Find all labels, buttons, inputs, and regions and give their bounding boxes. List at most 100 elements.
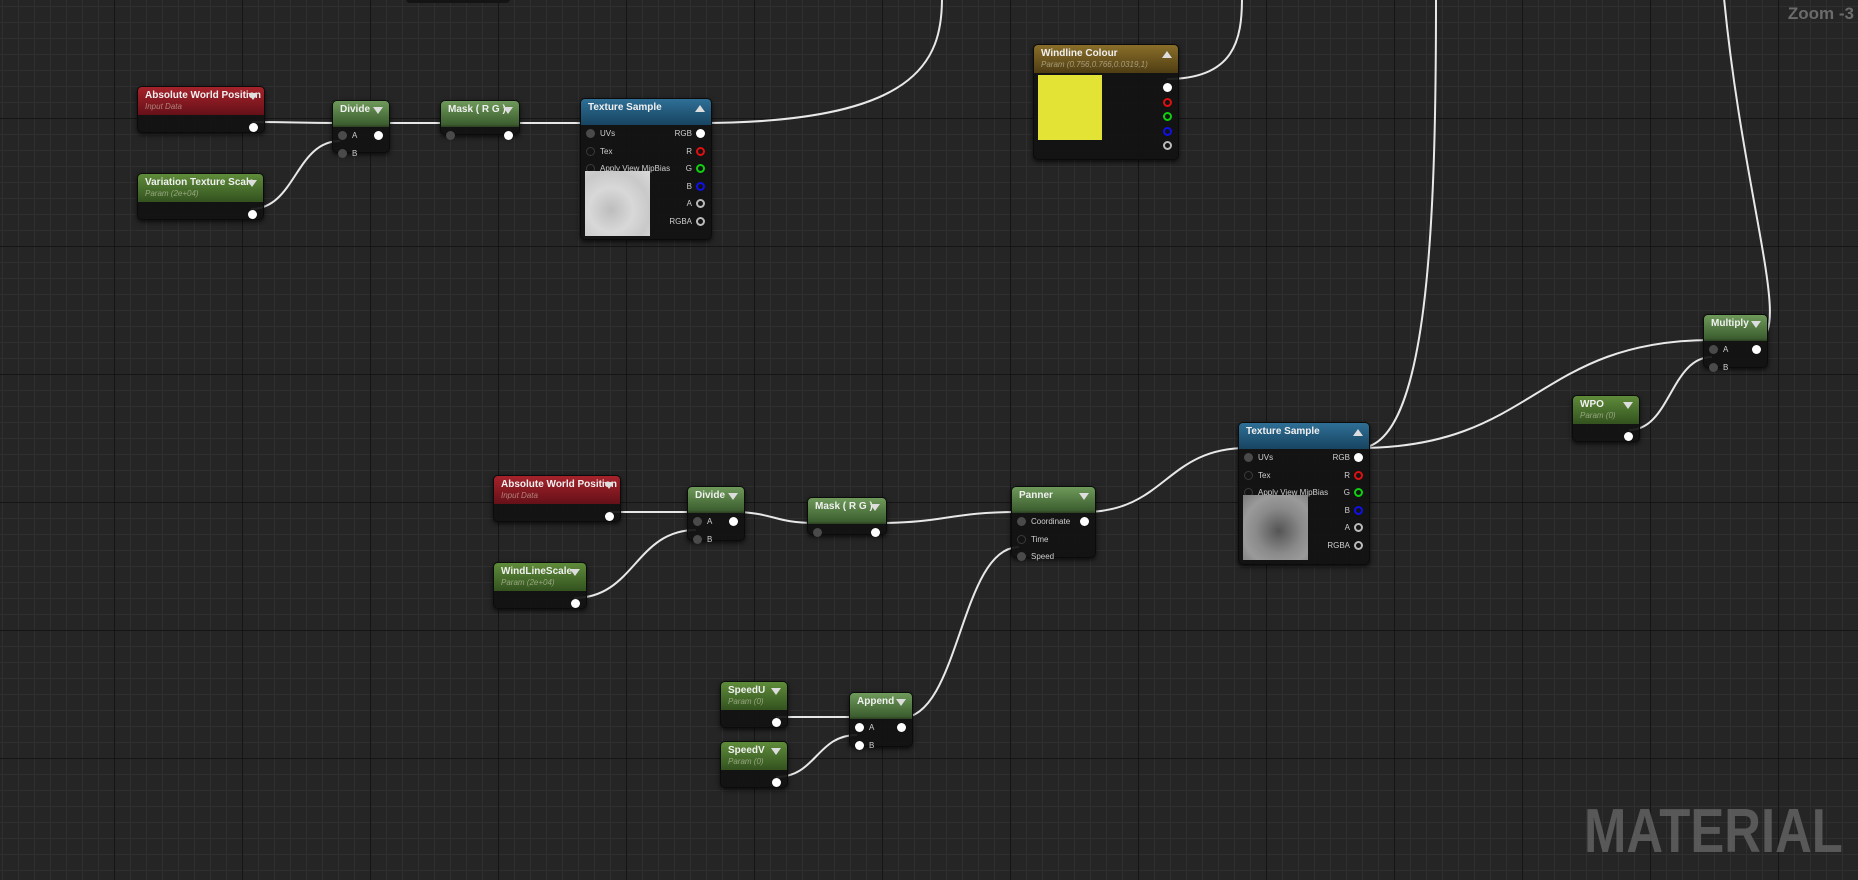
node-header[interactable]: Variation Texture Scale Param (2e+04) (138, 174, 263, 202)
node-header[interactable]: Panner (1012, 487, 1095, 513)
offscreen-node-partial[interactable] (406, 0, 510, 3)
output-pin[interactable] (772, 778, 781, 787)
expand-arrow-icon[interactable] (248, 93, 258, 100)
expand-arrow-icon[interactable] (1751, 321, 1761, 328)
node-mult[interactable]: Multiply A B (1703, 314, 1768, 372)
wire-wls-divide2[interactable] (573, 529, 697, 599)
output-pin[interactable] (696, 129, 705, 138)
expand-arrow-icon[interactable] (1079, 493, 1089, 500)
wire-multiply-offscreen[interactable] (1723, 0, 1771, 341)
node-header[interactable]: Windline Colour Param (0.756,0.766,0.0319… (1034, 45, 1178, 73)
node-mask2[interactable]: Mask ( R G ) (807, 497, 887, 537)
output-pin[interactable] (1163, 126, 1172, 136)
expand-arrow-icon[interactable] (570, 569, 580, 576)
output-pin[interactable] (1354, 470, 1363, 480)
input-pin[interactable] (855, 723, 864, 732)
wire-speedv-append[interactable] (775, 734, 858, 778)
node-div1[interactable]: Divide A B (332, 100, 390, 158)
input-pin[interactable] (586, 129, 595, 138)
wire-append-panner[interactable] (900, 546, 1020, 719)
node-header[interactable]: Texture Sample (1239, 423, 1369, 449)
node-header[interactable]: Divide (688, 487, 744, 513)
expand-arrow-icon[interactable] (771, 688, 781, 695)
output-pin[interactable] (1354, 523, 1363, 532)
node-wind[interactable]: Windline Colour Param (0.756,0.766,0.0319… (1033, 44, 1179, 160)
node-wpo[interactable]: WPO Param (0) (1572, 395, 1640, 442)
output-pin[interactable] (374, 131, 383, 140)
output-pin[interactable] (897, 723, 906, 732)
node-header[interactable]: SpeedV Param (0) (721, 742, 787, 770)
expand-arrow-icon[interactable] (373, 107, 383, 114)
wire-wpo-multiply[interactable] (1628, 356, 1713, 431)
node-ts2[interactable]: Texture Sample UVs Tex Apply View MipBias RG… (1238, 422, 1370, 565)
output-pin[interactable] (1354, 488, 1363, 497)
node-header[interactable]: Mask ( R G ) (441, 101, 519, 127)
input-pin[interactable] (1709, 362, 1718, 372)
wire-panner-texsample2[interactable] (1083, 447, 1248, 513)
expand-arrow-icon[interactable] (896, 699, 906, 706)
output-pin[interactable] (1163, 97, 1172, 107)
expand-arrow-icon[interactable] (771, 748, 781, 755)
output-pin[interactable] (605, 512, 614, 521)
output-pin[interactable] (729, 517, 738, 526)
input-pin[interactable] (1244, 470, 1253, 480)
input-pin[interactable] (446, 131, 455, 140)
input-pin[interactable] (813, 528, 822, 537)
output-pin[interactable] (772, 718, 781, 727)
output-pin[interactable] (249, 123, 258, 132)
node-header[interactable]: Mask ( R G ) (808, 498, 886, 524)
input-pin[interactable] (1017, 552, 1026, 561)
output-pin[interactable] (871, 528, 880, 537)
collapse-arrow-icon[interactable] (695, 105, 705, 112)
input-pin[interactable] (586, 146, 595, 156)
node-header[interactable]: Multiply (1704, 315, 1767, 341)
output-pin[interactable] (1163, 83, 1172, 92)
node-header[interactable]: WindLineScale Param (2e+04) (494, 563, 586, 591)
expand-arrow-icon[interactable] (1623, 402, 1633, 409)
output-pin[interactable] (504, 131, 513, 140)
output-pin[interactable] (1752, 345, 1761, 354)
expand-arrow-icon[interactable] (870, 504, 880, 511)
node-wls[interactable]: WindLineScale Param (2e+04) (493, 562, 587, 609)
output-pin[interactable] (696, 199, 705, 208)
output-pin[interactable] (1624, 432, 1633, 441)
node-panner[interactable]: Panner Coordinate Time Speed (1011, 486, 1096, 561)
node-header[interactable]: SpeedU Param (0) (721, 682, 787, 710)
node-append[interactable]: Append A B (849, 692, 913, 750)
input-pin[interactable] (1017, 517, 1026, 526)
output-pin[interactable] (1354, 505, 1363, 515)
output-pin[interactable] (696, 216, 705, 226)
input-pin[interactable] (1244, 453, 1253, 462)
node-header[interactable]: Absolute World Position Input Data (494, 476, 620, 504)
node-awp2[interactable]: Absolute World Position Input Data (493, 475, 621, 522)
expand-arrow-icon[interactable] (604, 482, 614, 489)
output-pin[interactable] (696, 181, 705, 191)
node-header[interactable]: Append (850, 693, 912, 719)
wire-awp1-divide[interactable] (251, 121, 341, 124)
expand-arrow-icon[interactable] (728, 493, 738, 500)
wire-mask2-panner[interactable] (875, 511, 1020, 524)
node-speedv[interactable]: SpeedV Param (0) (720, 741, 788, 788)
output-pin[interactable] (696, 164, 705, 173)
input-pin[interactable] (693, 517, 702, 526)
input-pin[interactable] (338, 148, 347, 158)
wire-texsample2-multiply[interactable] (1358, 339, 1713, 449)
output-pin[interactable] (1354, 540, 1363, 550)
output-pin[interactable] (248, 210, 257, 219)
output-pin[interactable] (1163, 112, 1172, 121)
expand-arrow-icon[interactable] (503, 107, 513, 114)
output-pin[interactable] (1080, 517, 1089, 526)
node-mask1[interactable]: Mask ( R G ) (440, 100, 520, 140)
node-header[interactable]: Divide (333, 101, 389, 127)
node-header[interactable]: Texture Sample (581, 99, 711, 125)
output-pin[interactable] (1163, 141, 1172, 150)
wire-vts-divide[interactable] (250, 140, 341, 210)
node-div2[interactable]: Divide A B (687, 486, 745, 544)
output-pin[interactable] (1354, 453, 1363, 462)
input-pin[interactable] (693, 534, 702, 544)
collapse-arrow-icon[interactable] (1353, 429, 1363, 436)
wire-texsample2-offscreen[interactable] (1358, 0, 1437, 449)
node-header[interactable]: WPO Param (0) (1573, 396, 1639, 424)
node-speedu[interactable]: SpeedU Param (0) (720, 681, 788, 728)
input-pin[interactable] (1709, 345, 1718, 354)
